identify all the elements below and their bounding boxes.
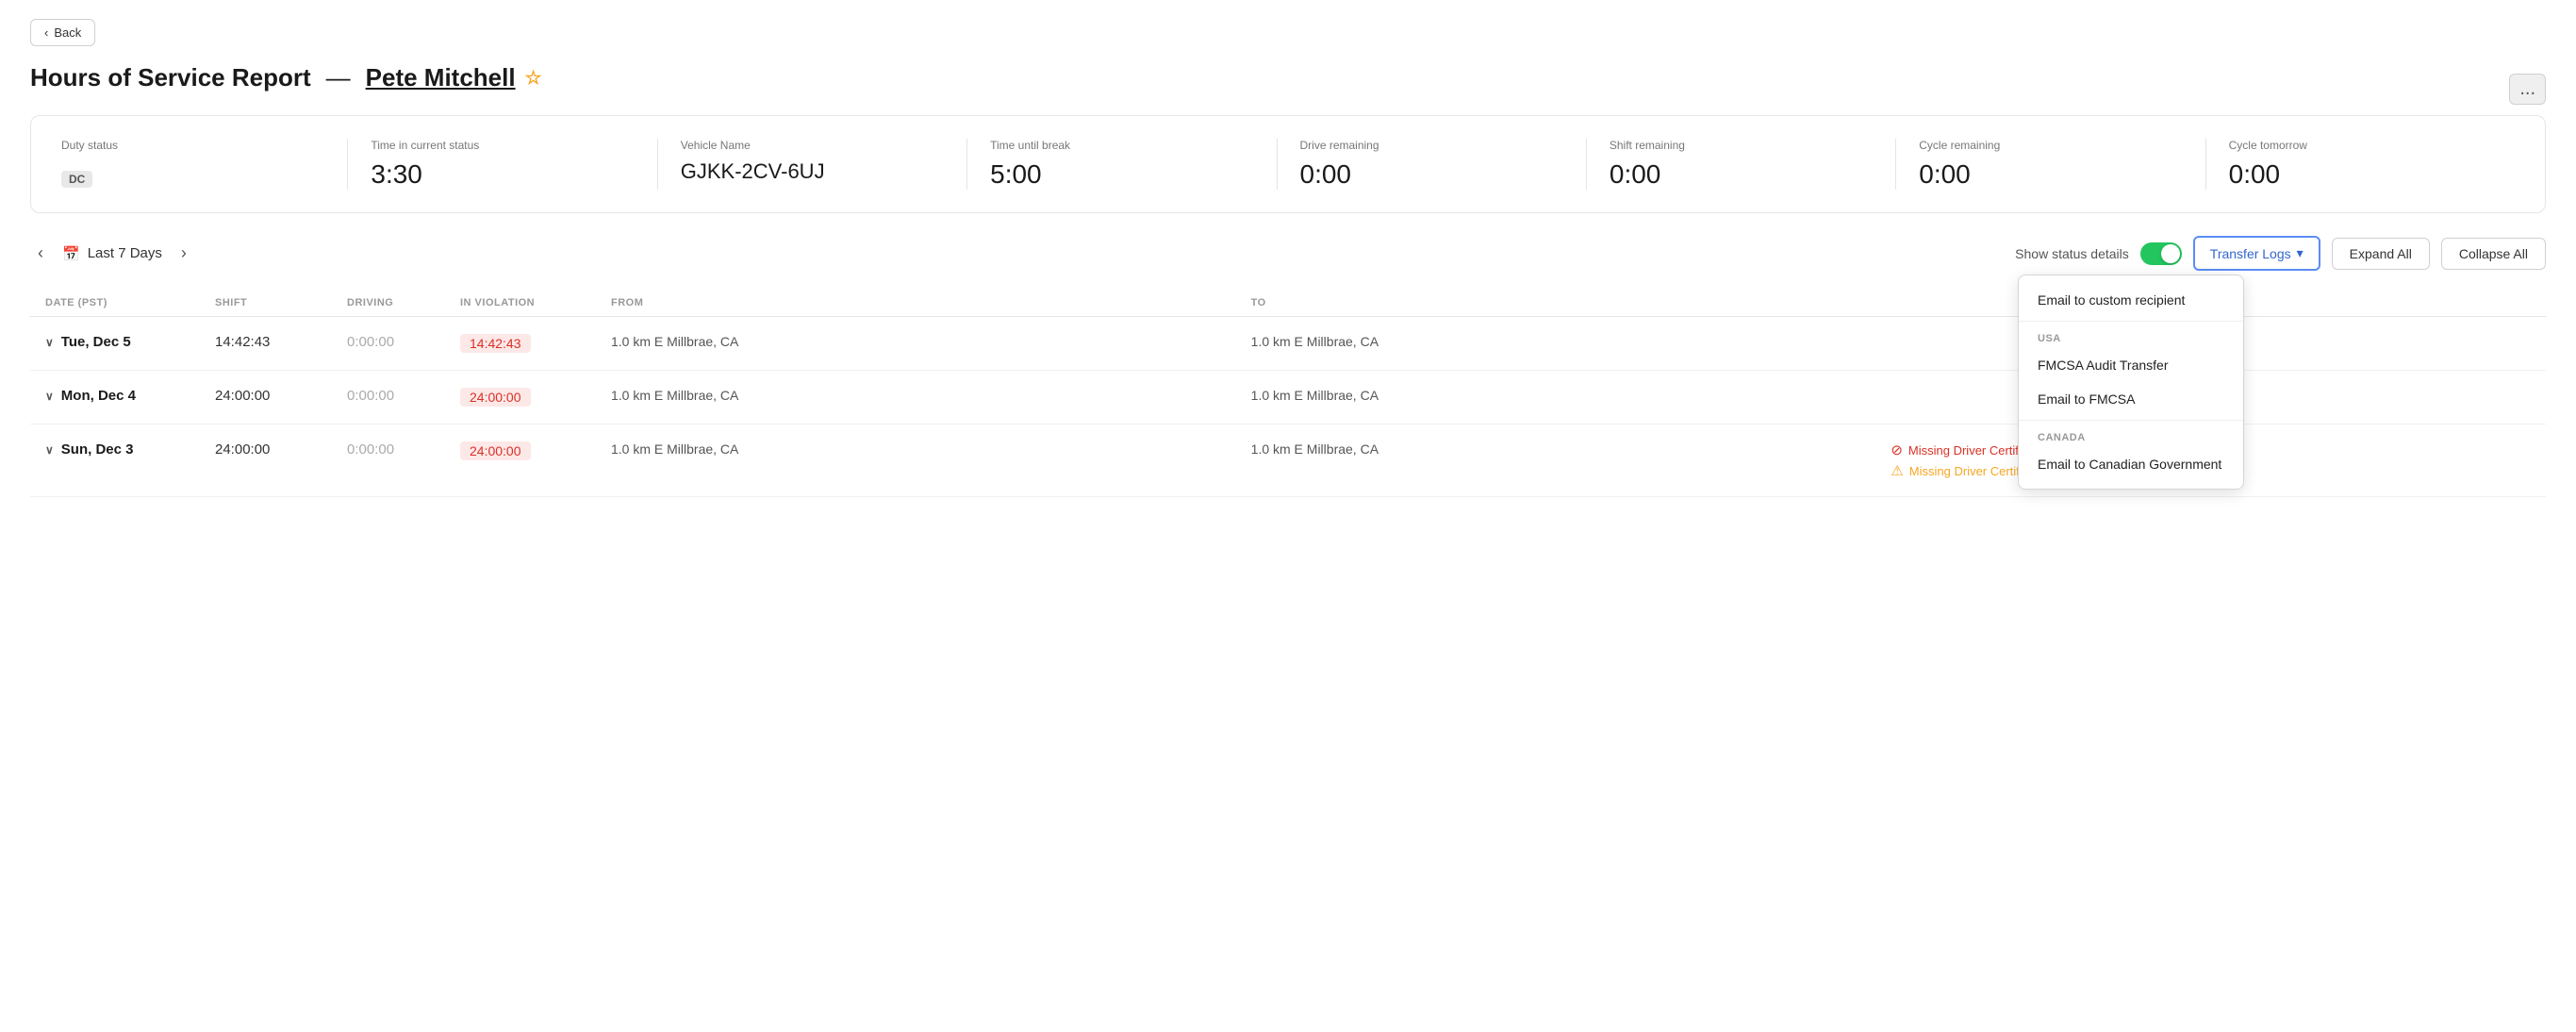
dropdown-item-email-canada[interactable]: Email to Canadian Government bbox=[2019, 447, 2243, 481]
toggle-thumb bbox=[2161, 244, 2180, 263]
page-title: Hours of Service Report — Pete Mitchell … bbox=[30, 63, 542, 92]
stat-label-shift: Shift remaining bbox=[1610, 139, 1873, 152]
stat-value-cycle-tomorrow: 0:00 bbox=[2229, 159, 2492, 190]
row-shift-1: 24:00:00 bbox=[215, 388, 347, 404]
stat-time-current: Time in current status 3:30 bbox=[348, 139, 657, 190]
transfer-logs-dropdown: Email to custom recipient USA FMCSA Audi… bbox=[2018, 275, 2244, 490]
col-header-date: DATE (PST) bbox=[45, 297, 215, 308]
date-range-label: Last 7 Days bbox=[88, 245, 162, 261]
driver-name: Pete Mitchell bbox=[366, 63, 516, 92]
row-driving-0: 0:00:00 bbox=[347, 334, 460, 350]
row-from-1: 1.0 km E Millbrae, CA bbox=[611, 388, 1251, 403]
col-header-to: TO bbox=[1251, 297, 1891, 308]
stat-value-break: 5:00 bbox=[990, 159, 1253, 190]
stat-value-drive: 0:00 bbox=[1300, 159, 1563, 190]
row-from-0: 1.0 km E Millbrae, CA bbox=[611, 334, 1251, 349]
row-violation-1: 24:00:00 bbox=[460, 388, 611, 407]
row-expand-icon-0[interactable]: ∨ bbox=[45, 336, 54, 349]
stat-label-cycle-tomorrow: Cycle tomorrow bbox=[2229, 139, 2492, 152]
next-date-button[interactable]: › bbox=[173, 240, 194, 267]
row-violation-0: 14:42:43 bbox=[460, 334, 611, 353]
show-status-toggle[interactable] bbox=[2140, 242, 2182, 265]
stat-vehicle-name: Vehicle Name GJKK-2CV-6UJ bbox=[658, 139, 967, 190]
col-header-from: FROM bbox=[611, 297, 1251, 308]
more-options-button[interactable]: ... bbox=[2509, 74, 2546, 105]
col-header-driving: DRIVING bbox=[347, 297, 460, 308]
row-shift-0: 14:42:43 bbox=[215, 334, 347, 350]
calendar-icon: 📅 bbox=[62, 245, 80, 262]
dropdown-item-email-custom[interactable]: Email to custom recipient bbox=[2019, 283, 2243, 317]
dropdown-section-canada: CANADA bbox=[2019, 424, 2243, 447]
stat-drive-remaining: Drive remaining 0:00 bbox=[1278, 139, 1587, 190]
dropdown-arrow-icon: ▾ bbox=[2297, 245, 2304, 261]
stat-label-drive: Drive remaining bbox=[1300, 139, 1563, 152]
stat-value-time-current: 3:30 bbox=[371, 159, 634, 190]
row-date-1: ∨ Mon, Dec 4 bbox=[45, 388, 215, 404]
dropdown-item-email-fmcsa[interactable]: Email to FMCSA bbox=[2019, 382, 2243, 416]
violation-badge-2: 24:00:00 bbox=[460, 441, 531, 460]
favorite-icon[interactable]: ☆ bbox=[525, 66, 542, 90]
transfer-logs-label: Transfer Logs bbox=[2210, 246, 2291, 261]
row-to-2: 1.0 km E Millbrae, CA bbox=[1251, 441, 1891, 457]
stat-label-cycle: Cycle remaining bbox=[1919, 139, 2182, 152]
row-shift-2: 24:00:00 bbox=[215, 441, 347, 458]
stat-value-vehicle: GJKK-2CV-6UJ bbox=[681, 159, 944, 184]
row-date-0: ∨ Tue, Dec 5 bbox=[45, 334, 215, 350]
collapse-all-button[interactable]: Collapse All bbox=[2441, 238, 2546, 270]
row-from-2: 1.0 km E Millbrae, CA bbox=[611, 441, 1251, 457]
col-header-violation: IN VIOLATION bbox=[460, 297, 611, 308]
back-button[interactable]: ‹ Back bbox=[30, 19, 95, 46]
stat-value-cycle: 0:00 bbox=[1919, 159, 2182, 190]
violation-badge-0: 14:42:43 bbox=[460, 334, 531, 353]
error-icon-0: ⊘ bbox=[1891, 441, 1903, 458]
row-date-label-1: Mon, Dec 4 bbox=[61, 388, 136, 404]
stat-label-time-current: Time in current status bbox=[371, 139, 634, 152]
row-date-label-2: Sun, Dec 3 bbox=[61, 441, 134, 458]
warning-icon-0: ⚠ bbox=[1891, 462, 1903, 479]
stat-label-break: Time until break bbox=[990, 139, 1253, 152]
violation-badge-1: 24:00:00 bbox=[460, 388, 531, 407]
back-label: Back bbox=[54, 25, 81, 40]
stat-shift-remaining: Shift remaining 0:00 bbox=[1587, 139, 1896, 190]
stat-time-break: Time until break 5:00 bbox=[967, 139, 1277, 190]
stat-label-vehicle: Vehicle Name bbox=[681, 139, 944, 152]
dropdown-divider-1 bbox=[2019, 321, 2243, 322]
stat-value-shift: 0:00 bbox=[1610, 159, 1873, 190]
transfer-logs-button[interactable]: Transfer Logs ▾ bbox=[2193, 236, 2320, 271]
row-driving-1: 0:00:00 bbox=[347, 388, 460, 404]
stat-duty-status: Duty status DC bbox=[61, 139, 348, 190]
dropdown-divider-2 bbox=[2019, 420, 2243, 421]
row-date-2: ∨ Sun, Dec 3 bbox=[45, 441, 215, 458]
back-arrow-icon: ‹ bbox=[44, 25, 48, 40]
stats-card: Duty status DC Time in current status 3:… bbox=[30, 115, 2546, 213]
stat-cycle-tomorrow: Cycle tomorrow 0:00 bbox=[2206, 139, 2515, 190]
toolbar-right: Show status details Transfer Logs ▾ Expa… bbox=[2015, 236, 2546, 271]
title-dash: — bbox=[326, 63, 351, 92]
col-header-shift: SHIFT bbox=[215, 297, 347, 308]
stat-label-duty: Duty status bbox=[61, 139, 324, 152]
toolbar: ‹ 📅 Last 7 Days › Show status details Tr… bbox=[30, 236, 2546, 271]
row-expand-icon-1[interactable]: ∨ bbox=[45, 390, 54, 403]
duty-badge: DC bbox=[61, 171, 92, 188]
stat-cycle-remaining: Cycle remaining 0:00 bbox=[1896, 139, 2205, 190]
row-driving-2: 0:00:00 bbox=[347, 441, 460, 458]
expand-all-button[interactable]: Expand All bbox=[2332, 238, 2430, 270]
dropdown-section-usa: USA bbox=[2019, 325, 2243, 348]
date-range-display: 📅 Last 7 Days bbox=[62, 245, 162, 262]
row-expand-icon-2[interactable]: ∨ bbox=[45, 443, 54, 457]
row-date-label-0: Tue, Dec 5 bbox=[61, 334, 131, 350]
dropdown-item-fmcsa-audit[interactable]: FMCSA Audit Transfer bbox=[2019, 348, 2243, 382]
prev-date-button[interactable]: ‹ bbox=[30, 240, 51, 267]
show-status-label: Show status details bbox=[2015, 246, 2129, 261]
row-to-1: 1.0 km E Millbrae, CA bbox=[1251, 388, 1891, 403]
row-to-0: 1.0 km E Millbrae, CA bbox=[1251, 334, 1891, 349]
row-violation-2: 24:00:00 bbox=[460, 441, 611, 460]
title-prefix: Hours of Service Report bbox=[30, 63, 311, 92]
